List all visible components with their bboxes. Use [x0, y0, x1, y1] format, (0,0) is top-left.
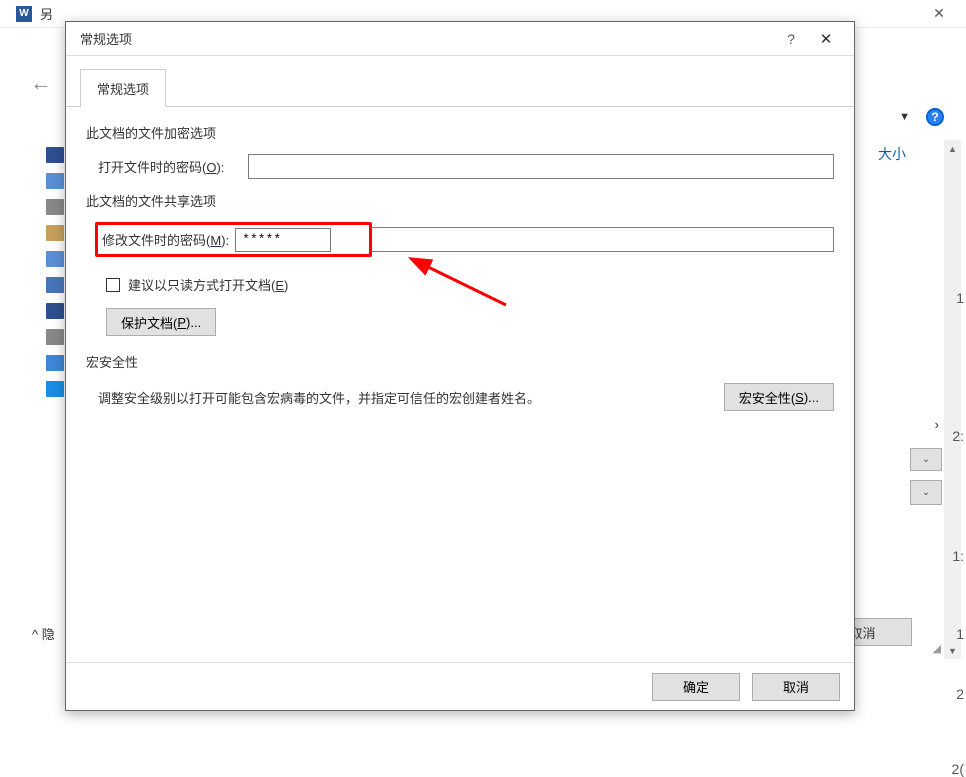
column-header-size[interactable]: 大小 [878, 144, 906, 164]
scroll-down-icon[interactable]: ▼ [944, 642, 961, 659]
sidebar-icon[interactable] [46, 381, 64, 397]
open-password-row: 打开文件时的密码(O): [98, 154, 834, 179]
word-icon: W [16, 6, 32, 22]
tab-general[interactable]: 常规选项 [80, 69, 166, 107]
macro-security-button[interactable]: 宏安全性(S)... [724, 383, 834, 411]
dialog-titlebar: 常规选项 ? ✕ [66, 22, 854, 55]
sidebar-icon[interactable] [46, 147, 64, 163]
readonly-checkbox-row: 建议以只读方式打开文档(E) [106, 275, 834, 294]
readonly-checkbox-label[interactable]: 建议以只读方式打开文档(E) [128, 275, 288, 294]
dropdown-icon[interactable]: ⌄ [910, 480, 942, 505]
bg-close-icon[interactable]: ✕ [916, 0, 962, 28]
open-password-input[interactable] [248, 154, 834, 179]
ok-button[interactable]: 确定 [652, 673, 740, 701]
resize-grip-icon[interactable]: ◢ [933, 642, 941, 655]
dialog-help-icon[interactable]: ? [776, 31, 806, 47]
dialog-footer: 确定 取消 [66, 662, 854, 710]
chevron-down-icon[interactable]: ▼ [899, 111, 910, 123]
share-section-title: 此文档的文件共享选项 [86, 191, 834, 210]
modify-password-row: 修改文件时的密码(M): [98, 222, 834, 257]
encrypt-section-title: 此文档的文件加密选项 [86, 123, 834, 142]
sidebar-icon[interactable] [46, 225, 64, 241]
sidebar-icon[interactable] [46, 355, 64, 371]
scrollbar[interactable]: ▲ ▼ [944, 140, 961, 659]
macro-row: 调整安全级别以打开可能包含宏病毒的文件，并指定可信任的宏创建者姓名。 宏安全性(… [98, 383, 834, 411]
highlighted-area: 修改文件时的密码(M): [95, 222, 372, 257]
back-arrow-icon[interactable]: ← [30, 70, 52, 96]
general-options-dialog: 常规选项 ? ✕ 常规选项 此文档的文件加密选项 打开文件时的密码(O): 此文… [65, 21, 855, 711]
help-icon[interactable]: ? [926, 108, 944, 126]
sidebar-icon[interactable] [46, 173, 64, 189]
bg-window-title: 另 [40, 4, 53, 23]
dialog-close-icon[interactable]: ✕ [806, 30, 846, 48]
sidebar-icon[interactable] [46, 277, 64, 293]
sidebar-icon[interactable] [46, 251, 64, 267]
hide-folders-label[interactable]: ^ 隐 [32, 624, 55, 643]
modify-password-input-extent[interactable] [371, 227, 834, 252]
cancel-button[interactable]: 取消 [752, 673, 840, 701]
dialog-body: 此文档的文件加密选项 打开文件时的密码(O): 此文档的文件共享选项 修改文件时… [66, 107, 854, 427]
dialog-tabs: 常规选项 [66, 56, 854, 107]
modify-password-input[interactable] [235, 228, 331, 252]
open-password-label: 打开文件时的密码(O): [98, 157, 248, 176]
dropdown-icon[interactable]: ⌄ [910, 448, 942, 471]
sidebar-icon[interactable] [46, 329, 64, 345]
readonly-checkbox[interactable] [106, 278, 120, 292]
macro-section-title: 宏安全性 [86, 352, 834, 371]
modify-password-label: 修改文件时的密码(M): [99, 226, 235, 253]
chevron-right-icon[interactable]: › [935, 417, 939, 432]
macro-description: 调整安全级别以打开可能包含宏病毒的文件，并指定可信任的宏创建者姓名。 [98, 388, 712, 407]
sidebar-icon[interactable] [46, 199, 64, 215]
sidebar-icons [46, 147, 64, 397]
scroll-up-icon[interactable]: ▲ [944, 140, 961, 157]
bg-toolbar-right: ▼ ? [899, 108, 944, 126]
protect-document-button[interactable]: 保护文档(P)... [106, 308, 216, 336]
dialog-title: 常规选项 [80, 29, 132, 48]
sidebar-icon[interactable] [46, 303, 64, 319]
